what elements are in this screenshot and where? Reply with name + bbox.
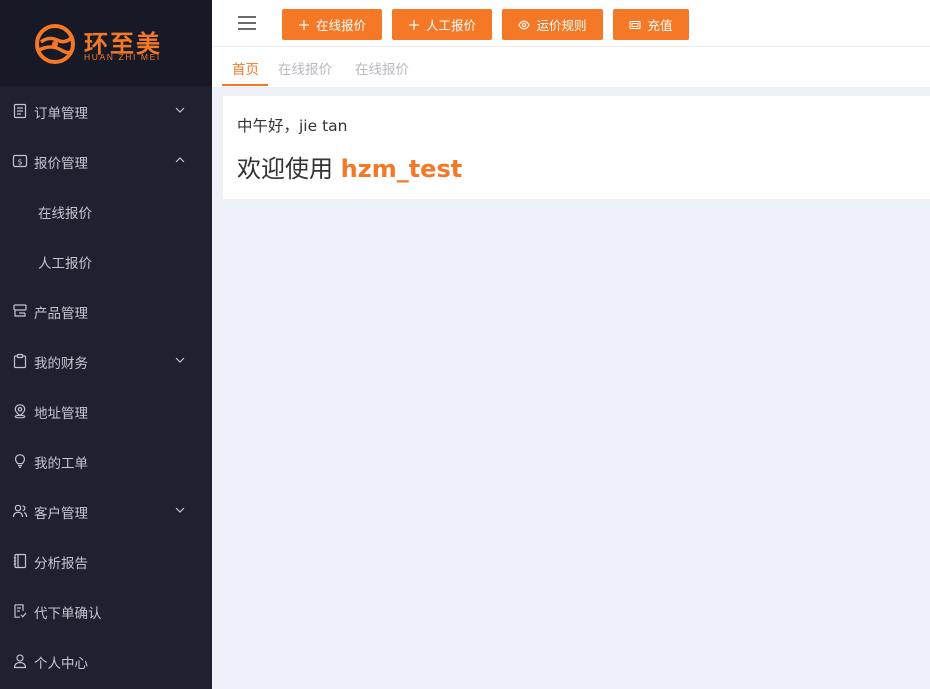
users-icon	[12, 504, 28, 518]
sidebar-item-label: 报价管理	[34, 156, 88, 172]
sidebar-item-label: 我的财务	[34, 356, 88, 372]
svg-text:$: $	[17, 158, 22, 167]
freight-rules-button[interactable]: 运价规则	[502, 9, 603, 40]
active-tab-indicator	[222, 84, 268, 86]
sidebar-item-orders[interactable]: 订单管理	[0, 86, 212, 136]
greeting-text: 中午好，jie tan	[237, 117, 348, 135]
button-label: 运价规则	[536, 18, 587, 33]
welcome-card: 中午好，jie tan 欢迎使用 hzm_test	[223, 96, 930, 199]
topbar: 在线报价 人工报价 运价规则 充值	[212, 0, 930, 47]
sidebar-item-address[interactable]: 地址管理	[0, 386, 212, 436]
logo[interactable]: 环至美 HUAN ZHI MEI	[0, 0, 212, 86]
sidebar-subitem-online-quote[interactable]: 在线报价	[0, 186, 212, 236]
globe-logo-icon	[35, 24, 75, 64]
sidebar-item-profile[interactable]: 个人中心	[0, 636, 212, 686]
hamburger-menu-icon[interactable]	[236, 14, 258, 32]
sidebar-item-quotes[interactable]: $ 报价管理	[0, 136, 212, 186]
button-label: 在线报价	[315, 18, 366, 33]
lightbulb-icon	[14, 454, 26, 468]
sidebar-item-reports[interactable]: 分析报告	[0, 536, 212, 586]
online-quote-button[interactable]: 在线报价	[282, 9, 382, 40]
sidebar-subitem-manual-quote[interactable]: 人工报价	[0, 236, 212, 286]
location-icon	[14, 404, 26, 419]
logo-text-en: HUAN ZHI MEI	[84, 52, 161, 62]
chevron-down-icon	[175, 107, 185, 113]
chevron-down-icon	[175, 507, 185, 513]
sidebar-item-tickets[interactable]: 我的工单	[0, 436, 212, 486]
sidebar: 环至美 HUAN ZHI MEI 订单管理 $ 报价管理 在线报价 人工报价 产…	[0, 0, 212, 689]
notebook-icon	[13, 553, 27, 569]
welcome-heading: 欢迎使用 hzm_test	[237, 149, 462, 184]
tab-online-quote[interactable]: 在线报价	[278, 58, 332, 78]
sidebar-item-products[interactable]: 产品管理	[0, 286, 212, 336]
clipboard-icon	[13, 353, 27, 369]
button-label: 人工报价	[425, 18, 476, 33]
sidebar-item-label: 在线报价	[38, 206, 92, 222]
sidebar-item-label: 代下单确认	[34, 606, 102, 622]
chevron-up-icon	[175, 157, 185, 163]
sidebar-item-label: 产品管理	[34, 306, 88, 322]
user-icon	[13, 654, 27, 669]
plus-icon	[298, 19, 309, 30]
eye-icon	[518, 20, 531, 29]
sidebar-item-finance[interactable]: 我的财务	[0, 336, 212, 386]
sidebar-item-label: 人工报价	[38, 256, 92, 272]
chevron-down-icon	[175, 357, 185, 363]
tab-home[interactable]: 首页	[232, 58, 259, 78]
dollar-square-icon: $	[12, 154, 28, 168]
sidebar-item-label: 个人中心	[34, 656, 88, 672]
product-icon	[13, 304, 27, 317]
manual-quote-button[interactable]: 人工报价	[392, 9, 492, 40]
tab-bar: 首页 在线报价 在线报价	[212, 47, 930, 87]
sidebar-item-label: 分析报告	[34, 556, 88, 572]
recharge-button[interactable]: 充值	[613, 9, 689, 40]
sidebar-item-customers[interactable]: 客户管理	[0, 486, 212, 536]
welcome-prefix: 欢迎使用	[237, 155, 333, 183]
tab-online-quote-2[interactable]: 在线报价	[355, 58, 409, 78]
sidebar-item-label: 订单管理	[34, 106, 88, 122]
plus-icon	[408, 19, 419, 30]
document-icon	[13, 103, 27, 119]
button-label: 充值	[647, 18, 673, 33]
money-icon	[629, 20, 642, 29]
receipt-icon	[14, 604, 27, 618]
sidebar-item-label: 我的工单	[34, 456, 88, 472]
brand-name: hzm_test	[340, 155, 463, 183]
sidebar-item-label: 客户管理	[34, 506, 88, 522]
sidebar-item-label: 地址管理	[34, 406, 88, 422]
sidebar-item-proxy-order[interactable]: 代下单确认	[0, 586, 212, 636]
